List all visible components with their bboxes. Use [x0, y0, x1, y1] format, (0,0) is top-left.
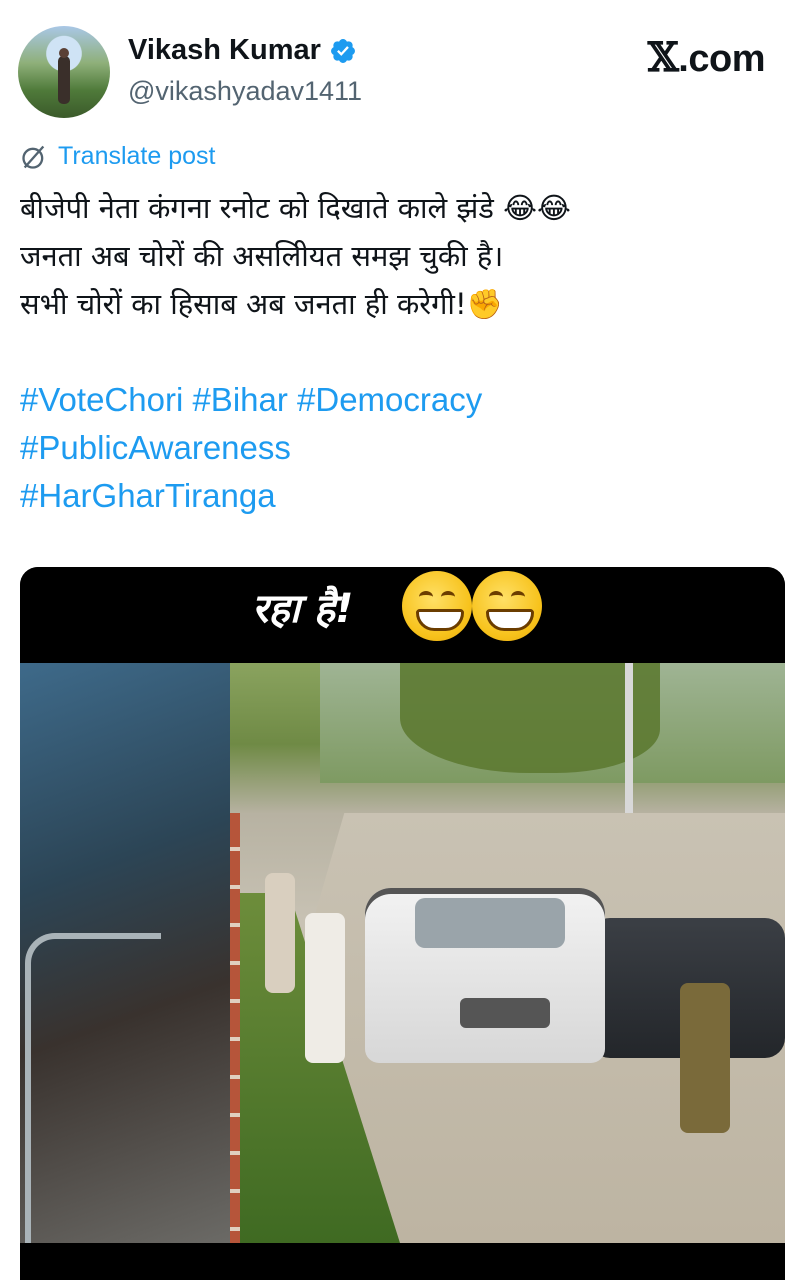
video-bottom-bar: [20, 1243, 785, 1280]
post-video[interactable]: रहा है!: [20, 567, 785, 1280]
verified-badge-icon: [330, 38, 355, 63]
x-logo: 𝕏.com: [647, 34, 766, 81]
hashtag-line: #PublicAwareness: [20, 424, 482, 472]
grinning-emoji-icon: [472, 571, 542, 641]
trees: [400, 663, 660, 773]
person: [265, 873, 295, 993]
railing: [25, 933, 161, 1249]
video-caption-bar: रहा है!: [20, 567, 785, 663]
person: [680, 983, 730, 1133]
video-frame: [20, 663, 785, 1249]
hashtag-votechori[interactable]: #VoteChori: [20, 381, 183, 418]
post-line: जनता अब चोरों की असलीियत समझ चुकी है।: [20, 239, 504, 273]
street-pole: [625, 663, 633, 823]
post-text: बीजेपी नेता कंगना रनोट को दिखाते काले झं…: [20, 184, 790, 328]
x-logo-suffix: .com: [678, 38, 765, 80]
post-header: Vikash Kumar @vikashyadav1411 𝕏.com: [0, 0, 805, 130]
translate-post-button[interactable]: Translate post: [20, 142, 215, 171]
hashtag-democracy[interactable]: #Democracy: [297, 381, 482, 418]
author-handle[interactable]: @vikashyadav1411: [128, 76, 362, 107]
post-line: सभी चोरों का हिसाब अब जनता ही करेगी!✊: [20, 287, 503, 321]
grinning-emoji-icon: [402, 571, 472, 641]
hashtags: #VoteChori #Bihar #Democracy #PublicAwar…: [20, 376, 482, 520]
white-suv: [365, 888, 605, 1063]
translate-label: Translate post: [58, 142, 216, 170]
avatar-figure: [58, 48, 70, 104]
translate-icon: [22, 145, 45, 169]
video-caption-text: रहा है!: [252, 586, 354, 632]
hashtag-line: #HarGharTiranga: [20, 472, 482, 520]
x-logo-glyph: 𝕏: [647, 34, 679, 81]
author-name[interactable]: Vikash Kumar: [128, 34, 321, 67]
hashtag-hargharthiranga[interactable]: #HarGharTiranga: [20, 477, 276, 514]
author-name-row: Vikash Kumar: [128, 34, 357, 67]
hashtag-bihar[interactable]: #Bihar: [192, 381, 287, 418]
person: [305, 913, 345, 1063]
post-line: बीजेपी नेता कंगना रनोट को दिखाते काले झं…: [20, 191, 571, 225]
hashtag-publicawareness[interactable]: #PublicAwareness: [20, 429, 291, 466]
avatar[interactable]: [18, 26, 110, 118]
hashtag-line: #VoteChori #Bihar #Democracy: [20, 376, 482, 424]
